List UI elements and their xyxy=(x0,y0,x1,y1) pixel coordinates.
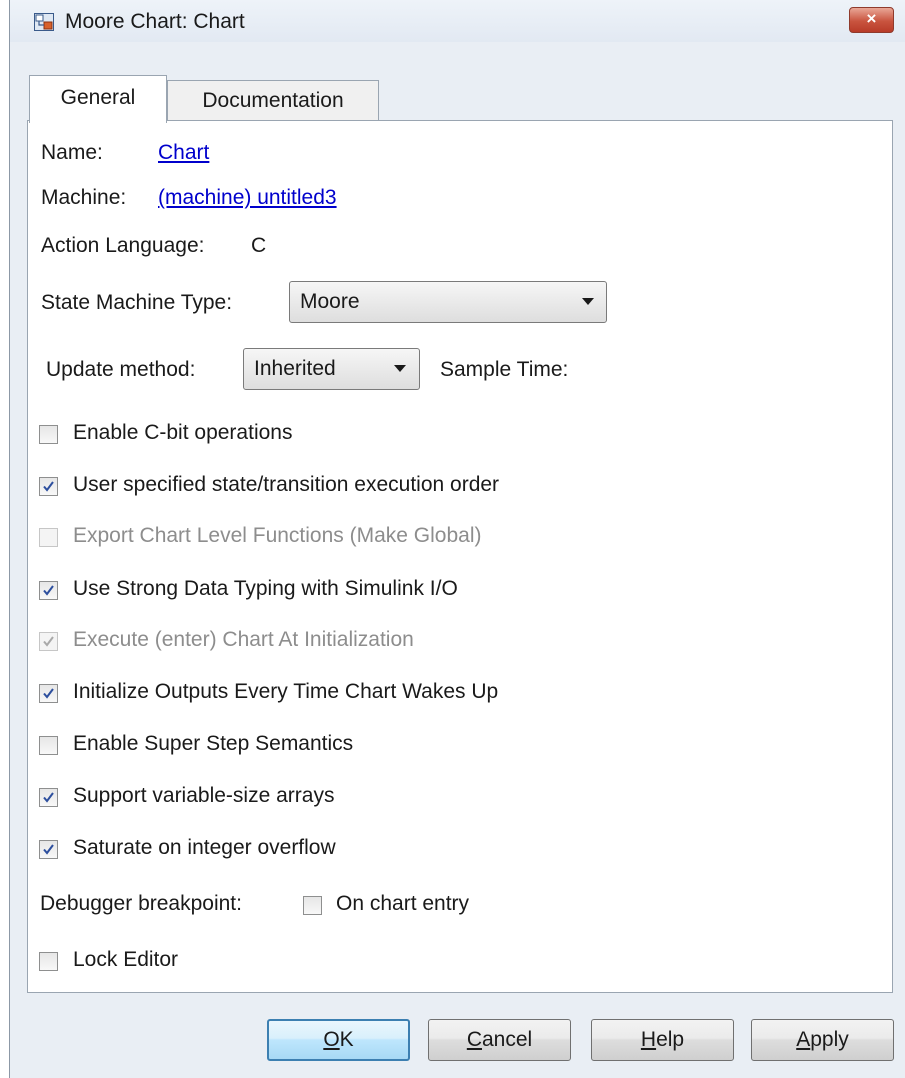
checkbox-export-chart-functions xyxy=(39,528,58,547)
title-bar[interactable]: Moore Chart: Chart × xyxy=(10,0,905,42)
machine-label: Machine: xyxy=(41,186,127,209)
chevron-down-icon xyxy=(394,365,406,372)
saturate-overflow-label: Saturate on integer overflow xyxy=(73,836,336,859)
checkbox-on-chart-entry[interactable] xyxy=(303,896,322,915)
machine-link[interactable]: (machine) untitled3 xyxy=(158,186,337,210)
tab-general[interactable]: General xyxy=(29,75,167,123)
state-machine-type-label: State Machine Type: xyxy=(41,291,233,314)
checkbox-enable-c-bit[interactable] xyxy=(39,425,58,444)
checkbox-strong-data-typing[interactable] xyxy=(39,581,58,600)
initialize-outputs-label: Initialize Outputs Every Time Chart Wake… xyxy=(73,680,499,703)
checkbox-super-step[interactable] xyxy=(39,736,58,755)
close-icon: × xyxy=(866,9,877,28)
lock-editor-label: Lock Editor xyxy=(73,948,179,971)
checkbox-user-specified-order[interactable] xyxy=(39,477,58,496)
action-language-label: Action Language: xyxy=(41,234,205,257)
strong-data-typing-label: Use Strong Data Typing with Simulink I/O xyxy=(73,577,458,600)
execute-at-init-label: Execute (enter) Chart At Initialization xyxy=(73,628,414,651)
check-icon xyxy=(43,585,54,596)
on-chart-entry-label: On chart entry xyxy=(336,892,470,915)
update-method-select[interactable]: Inherited xyxy=(243,348,420,390)
checkbox-execute-at-init xyxy=(39,632,58,651)
name-link[interactable]: Chart xyxy=(158,141,209,165)
apply-button[interactable]: Apply xyxy=(751,1019,894,1061)
user-specified-order-label: User specified state/transition executio… xyxy=(73,473,500,496)
checkbox-initialize-outputs[interactable] xyxy=(39,684,58,703)
stateflow-chart-icon xyxy=(34,13,54,31)
checkbox-lock-editor[interactable] xyxy=(39,952,58,971)
close-button[interactable]: × xyxy=(849,7,894,33)
action-language-value: C xyxy=(251,234,267,257)
super-step-label: Enable Super Step Semantics xyxy=(73,732,354,755)
help-button[interactable]: Help xyxy=(591,1019,734,1061)
state-machine-type-value: Moore xyxy=(300,290,360,313)
tab-documentation[interactable]: Documentation xyxy=(167,80,379,122)
checkbox-saturate-overflow[interactable] xyxy=(39,840,58,859)
checkbox-variable-size-arrays[interactable] xyxy=(39,788,58,807)
enable-c-bit-label: Enable C-bit operations xyxy=(73,421,293,444)
cancel-button[interactable]: Cancel xyxy=(428,1019,571,1061)
export-chart-functions-label: Export Chart Level Functions (Make Globa… xyxy=(73,524,482,547)
chevron-down-icon xyxy=(582,298,594,305)
variable-size-arrays-label: Support variable-size arrays xyxy=(73,784,335,807)
debugger-breakpoint-label: Debugger breakpoint: xyxy=(40,892,242,915)
check-icon xyxy=(43,481,54,492)
window-title: Moore Chart: Chart xyxy=(65,10,245,33)
sample-time-label: Sample Time: xyxy=(440,358,569,381)
properties-dialog: Moore Chart: Chart × General Documentati… xyxy=(9,0,905,1078)
check-icon xyxy=(43,844,54,855)
check-icon xyxy=(43,792,54,803)
check-icon xyxy=(43,688,54,699)
update-method-label: Update method: xyxy=(46,358,196,381)
general-panel: Name: Chart Machine: (machine) untitled3… xyxy=(27,120,893,993)
ok-button[interactable]: OK xyxy=(267,1019,410,1061)
name-label: Name: xyxy=(41,141,103,164)
update-method-value: Inherited xyxy=(254,357,336,380)
state-machine-type-select[interactable]: Moore xyxy=(289,281,607,323)
check-icon xyxy=(43,636,54,647)
